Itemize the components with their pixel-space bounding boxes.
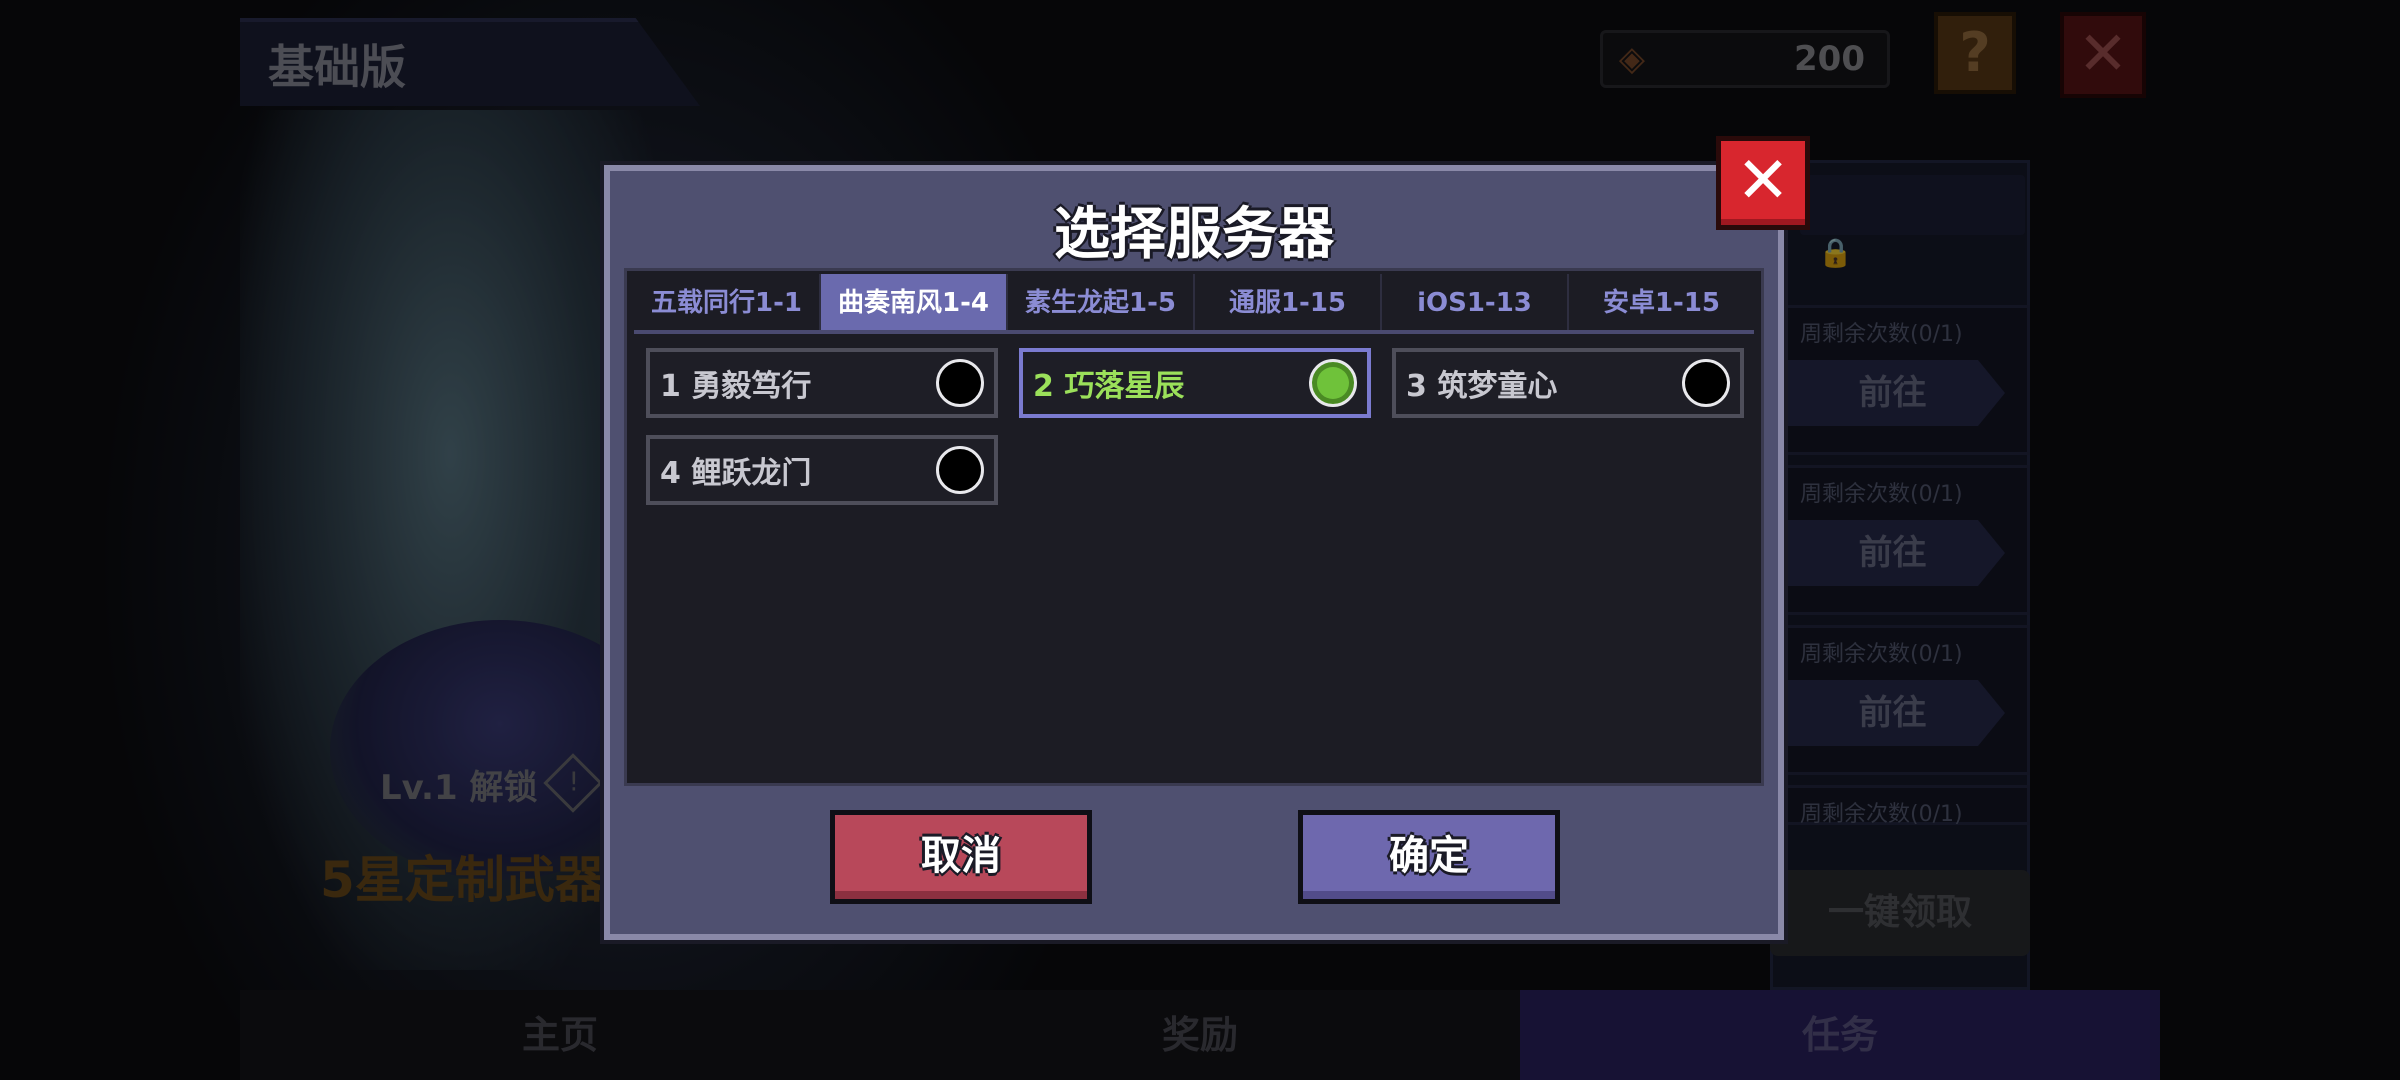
- server-label: 3 筑梦童心: [1406, 369, 1558, 404]
- server-option-1[interactable]: 1 勇毅笃行: [646, 348, 998, 418]
- server-label: 4 鲤跃龙门: [660, 456, 812, 491]
- radio-button[interactable]: [936, 359, 984, 407]
- server-option-4[interactable]: 4 鲤跃龙门: [646, 435, 998, 505]
- dialog-title: 选择服务器: [1054, 202, 1334, 267]
- server-option-2[interactable]: 2 巧落星辰: [1019, 348, 1371, 418]
- radio-button[interactable]: [1682, 359, 1730, 407]
- server-option-3[interactable]: 3 筑梦童心: [1392, 348, 1744, 418]
- server-label: 2 巧落星辰: [1033, 369, 1185, 404]
- close-dialog-button[interactable]: ✕: [1716, 136, 1810, 230]
- radio-button-selected[interactable]: [1309, 359, 1357, 407]
- tab-server-group-all[interactable]: 通服1-15: [1195, 274, 1382, 332]
- cancel-button[interactable]: 取消: [830, 810, 1092, 904]
- tab-divider: [634, 330, 1754, 334]
- confirm-button[interactable]: 确定: [1298, 810, 1560, 904]
- tab-server-group-android[interactable]: 安卓1-15: [1569, 274, 1754, 332]
- tab-server-group-3[interactable]: 素生龙起1-5: [1008, 274, 1195, 332]
- tab-server-group-ios[interactable]: iOS1-13: [1382, 274, 1569, 332]
- tab-server-group-1[interactable]: 五载同行1-1: [634, 274, 821, 332]
- radio-button[interactable]: [936, 446, 984, 494]
- server-list-panel: [624, 268, 1764, 786]
- server-label: 1 勇毅笃行: [660, 369, 812, 404]
- tab-server-group-2[interactable]: 曲奏南风1-4: [821, 274, 1008, 332]
- server-tab-bar: 五载同行1-1 曲奏南风1-4 素生龙起1-5 通服1-15 iOS1-13 安…: [634, 274, 1754, 332]
